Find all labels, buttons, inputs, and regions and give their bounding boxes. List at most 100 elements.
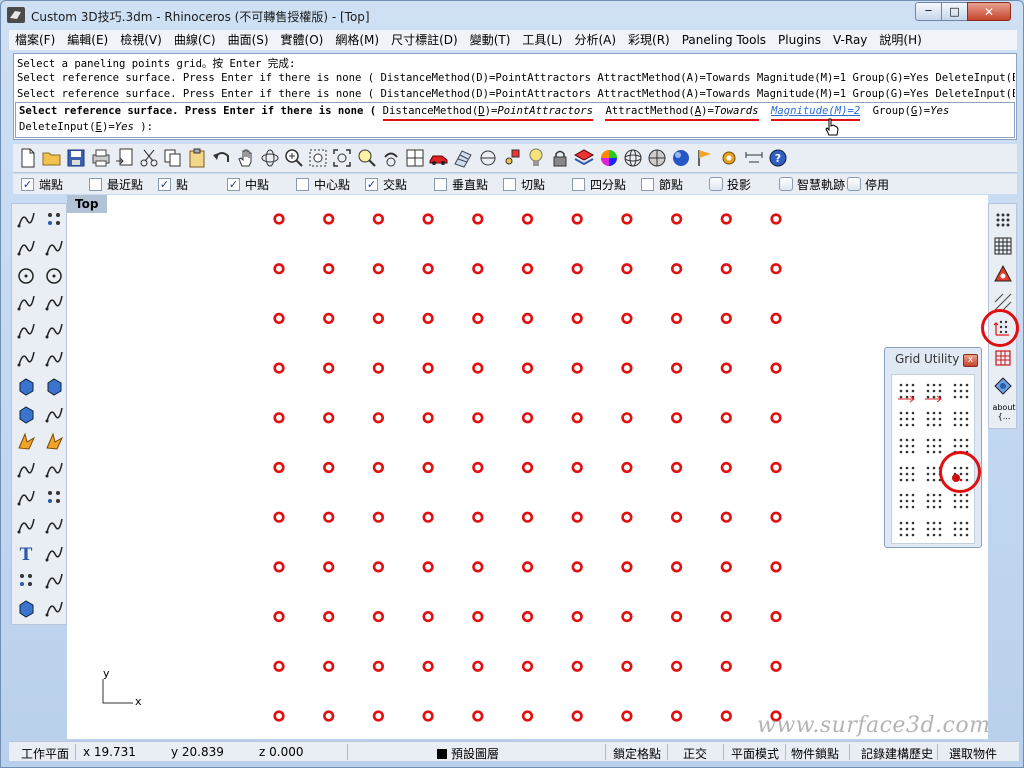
grid-point[interactable]	[770, 213, 782, 225]
grid-point[interactable]	[521, 362, 534, 374]
surface-tool-icon[interactable]	[14, 346, 38, 370]
box-solid-icon[interactable]	[14, 374, 38, 398]
grid-point[interactable]	[422, 561, 434, 573]
grid-point[interactable]	[323, 263, 335, 275]
grid-point[interactable]	[621, 312, 633, 324]
curve-edit-icon[interactable]	[14, 513, 38, 537]
checkbox[interactable]	[641, 177, 654, 191]
dimension-tool-icon[interactable]	[42, 568, 66, 592]
split-icon[interactable]	[42, 457, 66, 481]
render-sphere-icon[interactable]	[670, 147, 692, 169]
car-render-icon[interactable]	[428, 147, 450, 169]
about-label[interactable]: about {...	[991, 403, 1017, 421]
zoom-window-icon[interactable]	[283, 147, 305, 169]
checkbox[interactable]	[572, 177, 585, 191]
grid-point[interactable]	[670, 660, 683, 672]
grid-point[interactable]	[422, 611, 434, 623]
grid-point[interactable]	[273, 362, 285, 374]
new-file-icon[interactable]	[17, 147, 39, 169]
grid-point[interactable]	[372, 312, 385, 324]
arc-tool-icon[interactable]	[14, 290, 38, 314]
toggle-box[interactable]	[847, 177, 861, 191]
grid-utility-close-button[interactable]: x	[963, 354, 978, 367]
grid-point[interactable]	[521, 412, 534, 424]
trim-icon[interactable]	[14, 457, 38, 481]
menu-item[interactable]: 曲面(S)	[222, 30, 275, 50]
status-filter[interactable]: 選取物件	[949, 745, 1013, 762]
grid-point[interactable]	[323, 213, 335, 225]
grid-point[interactable]	[770, 461, 782, 474]
menu-item[interactable]: 工具(L)	[516, 30, 568, 50]
grid-point[interactable]	[670, 263, 683, 275]
grid-sparse-icon[interactable]	[894, 488, 920, 514]
grid-point[interactable]	[372, 362, 385, 374]
menu-item[interactable]: 曲線(C)	[168, 30, 222, 50]
undo-icon[interactable]	[211, 147, 233, 169]
circle-tool-icon[interactable]	[14, 263, 38, 287]
grid-point[interactable]	[472, 561, 484, 573]
save-icon[interactable]	[65, 147, 87, 169]
osnap-point[interactable]: ✓ 點	[158, 176, 188, 192]
grid-point[interactable]	[273, 710, 285, 722]
osnap-intersection[interactable]: ✓ 交點	[365, 176, 407, 192]
import-icon[interactable]	[114, 147, 136, 169]
grid-point[interactable]	[621, 710, 633, 722]
checkbox[interactable]	[296, 177, 309, 191]
grid-point[interactable]	[670, 461, 683, 474]
grid-point[interactable]	[472, 263, 484, 275]
grid-point[interactable]	[323, 312, 335, 324]
grid-point[interactable]	[372, 710, 385, 722]
wireframe-sphere-icon[interactable]	[622, 147, 644, 169]
menu-item[interactable]: 彩現(R)	[622, 30, 676, 50]
grid-point[interactable]	[621, 263, 633, 275]
grid-point[interactable]	[621, 412, 633, 424]
menu-item[interactable]: 編輯(E)	[61, 30, 114, 50]
grid-point[interactable]	[422, 511, 434, 523]
attract-method-option[interactable]: AttractMethod(A)=Towards	[605, 105, 759, 121]
grid-point[interactable]	[770, 412, 782, 424]
grid-pattern-icon[interactable]	[921, 433, 947, 459]
grid-point[interactable]	[621, 511, 633, 523]
grid-point[interactable]	[422, 412, 434, 424]
grid-point[interactable]	[521, 312, 534, 324]
menu-item[interactable]: Plugins	[772, 30, 827, 50]
grid-point[interactable]	[422, 362, 434, 374]
status-snap[interactable]: 鎖定格點	[613, 745, 661, 762]
grid-point[interactable]	[720, 312, 732, 324]
grid-point[interactable]	[770, 611, 782, 623]
cplane-icon[interactable]	[477, 147, 499, 169]
toggle-box[interactable]	[709, 177, 723, 191]
title-bar[interactable]: Custom 3D技巧.3dm - Rhinoceros (不可轉售授權版) -…	[1, 1, 1023, 30]
osnap-endpoint[interactable]: ✓ 端點	[21, 176, 63, 192]
grid-point[interactable]	[770, 561, 782, 573]
osnap-perpendicular[interactable]: 垂直點	[434, 176, 488, 192]
open-file-icon[interactable]	[41, 147, 63, 169]
grid-point[interactable]	[720, 213, 732, 225]
lock-icon[interactable]	[549, 147, 571, 169]
zoom-selected-icon[interactable]	[356, 147, 378, 169]
grid-point[interactable]	[323, 412, 335, 424]
grid-point[interactable]	[521, 660, 534, 672]
grid-point[interactable]	[273, 561, 285, 573]
grid-point[interactable]	[621, 611, 633, 623]
fillet-curve-icon[interactable]	[42, 318, 66, 342]
cube-view-icon[interactable]	[14, 596, 38, 620]
pan-hand-icon[interactable]	[235, 147, 257, 169]
menu-item[interactable]: 檔案(F)	[9, 30, 61, 50]
grid-point[interactable]	[770, 263, 782, 275]
move-tool-icon[interactable]	[42, 541, 66, 565]
grid-point[interactable]	[472, 312, 484, 324]
magnitude-option[interactable]: Magnitude(M)=2	[770, 105, 861, 121]
grid-point[interactable]	[372, 561, 385, 573]
point-tool-icon[interactable]	[42, 207, 66, 231]
grid-point[interactable]	[372, 461, 385, 474]
status-layer[interactable]: 預設圖層	[437, 745, 499, 762]
top-viewport[interactable]: Top y x www.surface3d.com.tw	[67, 195, 988, 739]
grid-point[interactable]	[372, 263, 385, 275]
grid-point[interactable]	[720, 263, 732, 275]
surface-edit-icon[interactable]	[42, 402, 66, 426]
osnap-knot[interactable]: 節點	[641, 176, 683, 192]
grid-point[interactable]	[521, 213, 534, 225]
grid-point[interactable]	[472, 511, 484, 523]
grid-point[interactable]	[571, 412, 583, 424]
